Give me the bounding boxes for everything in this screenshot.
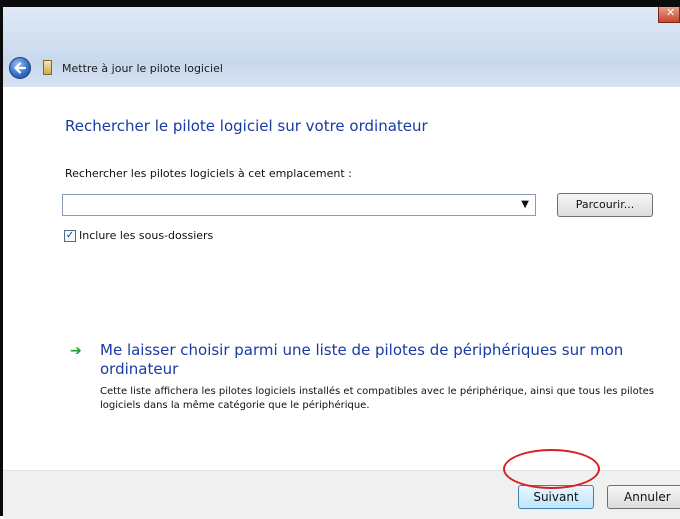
title-bar: ✕ Mettre à jour le pilote logiciel [3,6,680,87]
include-subfolders-checkbox[interactable]: ✓ [64,230,76,242]
button-bar: Suivant Annuler [3,470,680,519]
back-arrow-icon [14,62,27,74]
pick-from-list-description: Cette liste affichera les pilotes logici… [100,386,654,411]
browse-button[interactable]: Parcourir... [557,193,653,217]
close-icon: ✕ [666,6,676,19]
dropdown-arrow-icon[interactable]: ▼ [521,199,529,210]
driver-icon [43,60,52,75]
location-label: Rechercher les pilotes logiciels à cet e… [65,167,352,180]
dialog-window: ✕ Mettre à jour le pilote logiciel Reche… [0,0,680,519]
green-arrow-icon[interactable]: ➔ [70,343,82,359]
close-button[interactable]: ✕ [658,6,680,23]
location-combobox[interactable]: ▼ [62,194,536,216]
pick-from-list-link[interactable]: Me laisser choisir parmi une liste de pi… [100,341,660,379]
back-button[interactable] [9,57,31,79]
dialog-content: Rechercher le pilote logiciel sur votre … [3,87,680,470]
cancel-button[interactable]: Annuler [607,485,680,509]
window-title: Mettre à jour le pilote logiciel [62,62,223,75]
next-button[interactable]: Suivant [518,485,594,509]
include-subfolders-label[interactable]: Inclure les sous-dossiers [79,229,213,242]
page-heading: Rechercher le pilote logiciel sur votre … [65,117,428,135]
